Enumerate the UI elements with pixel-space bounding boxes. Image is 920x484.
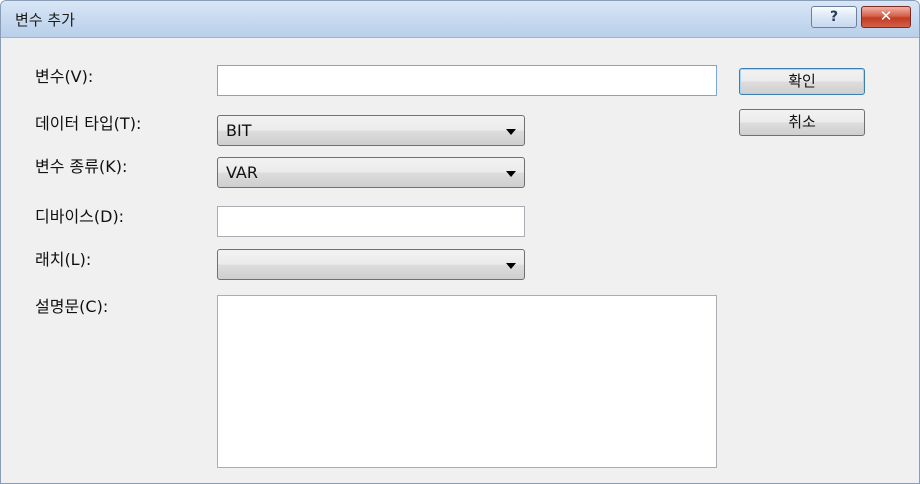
variable-input[interactable] (218, 66, 716, 95)
add-variable-dialog: 변수 추가 ? ✕ 변수(V): 데이터 타입(T): BIT 변수 종류(K)… (0, 0, 920, 484)
chevron-down-icon (506, 129, 516, 135)
ok-button[interactable]: 확인 (739, 68, 865, 95)
data-type-label: 데이터 타입(T): (35, 114, 142, 133)
cancel-button-label: 취소 (788, 113, 816, 131)
description-field[interactable] (217, 295, 717, 468)
device-field[interactable] (217, 206, 525, 237)
ok-button-label: 확인 (788, 72, 816, 90)
chevron-down-icon (506, 263, 516, 269)
title-bar[interactable]: 변수 추가 ? ✕ (1, 1, 919, 38)
description-textarea[interactable] (218, 296, 716, 467)
variable-field[interactable] (217, 65, 717, 96)
variable-kind-value: VAR (226, 163, 258, 182)
cancel-button[interactable]: 취소 (739, 109, 865, 136)
description-label: 설명문(C): (35, 297, 109, 316)
help-icon: ? (829, 9, 839, 25)
device-label: 디바이스(D): (35, 207, 125, 226)
close-button[interactable]: ✕ (861, 6, 911, 28)
variable-label: 변수(V): (35, 67, 94, 86)
variable-kind-label: 변수 종류(K): (35, 157, 128, 176)
data-type-select[interactable]: BIT (217, 115, 525, 146)
close-icon: ✕ (879, 7, 893, 25)
chevron-down-icon (506, 171, 516, 177)
device-input[interactable] (218, 207, 524, 236)
variable-kind-select[interactable]: VAR (217, 157, 525, 188)
latch-select[interactable] (217, 249, 525, 280)
data-type-value: BIT (226, 121, 252, 140)
dialog-title: 변수 추가 (15, 11, 75, 29)
latch-label: 래치(L): (35, 250, 92, 269)
help-button[interactable]: ? (811, 6, 857, 28)
